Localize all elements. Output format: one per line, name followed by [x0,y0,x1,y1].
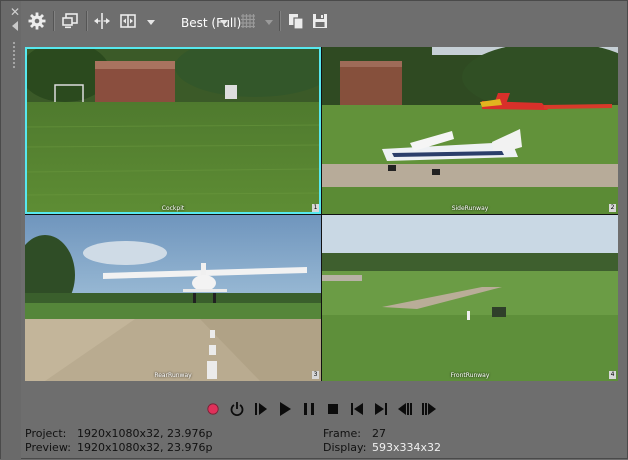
display-label: Display: [323,441,367,454]
camera-number: 2 [609,204,616,212]
frame-label: Frame: [323,427,361,440]
preview-quality-select[interactable]: Best (Full) [181,16,241,30]
preview-mode-dropdown-arrow[interactable] [147,20,155,25]
external-monitor-icon[interactable] [59,10,81,32]
camera-view-cockpit[interactable]: Cockpit 1 [25,47,321,214]
save-snapshot-icon[interactable] [309,10,331,32]
camera-label: FrontRunway [450,372,490,379]
camera-view-front-runway[interactable]: FrontRunway 4 [322,215,618,381]
record-button[interactable] [205,401,221,417]
grid-overlay-icon[interactable] [237,10,259,32]
toggle-preview-icon[interactable] [117,10,139,32]
toolbar-separator [86,11,88,31]
camera-number: 3 [312,371,319,379]
next-frame-button[interactable] [421,401,437,417]
quality-dropdown-arrow[interactable] [220,20,228,25]
camera-number: 1 [312,204,319,212]
camera-view-rear-runway[interactable]: RearRunway 3 [25,215,321,381]
project-label: Project: [25,427,67,440]
drag-grip-icon[interactable] [12,41,16,69]
status-bar: Project: 1920x1080x32, 23.976p Preview: … [1,426,628,458]
go-to-end-button[interactable] [373,401,389,417]
stop-button[interactable] [325,401,341,417]
camera-number: 4 [609,371,616,379]
settings-gear-icon[interactable] [26,10,48,32]
camera-label: RearRunway [154,372,192,379]
frame-value: 27 [372,427,386,440]
pause-button[interactable] [301,401,317,417]
split-screen-icon[interactable] [91,10,113,32]
copy-snapshot-icon[interactable] [285,10,307,32]
transport-controls [205,401,445,419]
video-preview-area[interactable]: Cockpit 1 SideRunway 2 RearRunway 3 Fron… [25,47,618,381]
go-to-start-button[interactable] [349,401,365,417]
pin-arrow-icon[interactable] [12,21,18,31]
preview-label: Preview: [25,441,71,454]
toolbar-separator [53,11,55,31]
preview-value: 1920x1080x32, 23.976p [77,441,213,454]
play-button[interactable] [277,401,293,417]
video-preview-window: ✕ Best (Full) Cockpit 1 SideRunway 2 Rea… [0,0,628,460]
play-from-start-button[interactable] [253,401,269,417]
loop-playback-button[interactable] [229,401,245,417]
camera-view-side-runway[interactable]: SideRunway 2 [322,47,618,214]
preview-toolbar: Best (Full) [21,7,621,35]
camera-label: Cockpit [161,205,185,212]
grid-dropdown-arrow[interactable] [265,20,273,25]
display-value: 593x334x32 [372,441,442,454]
camera-label: SideRunway [451,205,489,212]
previous-frame-button[interactable] [397,401,413,417]
docking-strip: ✕ [1,1,21,460]
project-value: 1920x1080x32, 23.976p [77,427,213,440]
toolbar-separator [279,11,281,31]
close-icon[interactable]: ✕ [10,6,20,18]
